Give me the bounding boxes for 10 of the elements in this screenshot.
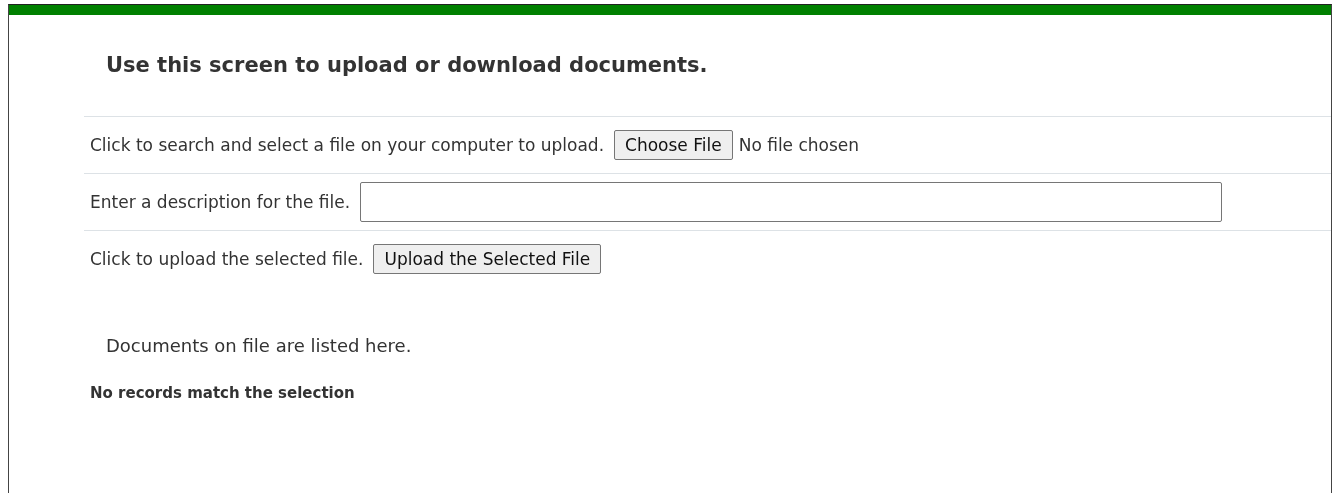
upload-button[interactable]: Upload the Selected File bbox=[373, 244, 602, 274]
upload-instruction: Click to search and select a file on your computer to upload. bbox=[90, 135, 605, 155]
choose-file-button[interactable]: Choose File bbox=[614, 130, 733, 160]
page-heading: Use this screen to upload or download documents. bbox=[105, 52, 708, 75]
description-field[interactable] bbox=[360, 182, 1223, 222]
section-heading: Documents on file are listed here. bbox=[105, 334, 412, 356]
description-label: Enter a description for the file. bbox=[90, 192, 351, 212]
file-status: No file chosen bbox=[738, 135, 860, 155]
upload-hint: Click to upload the selected file. bbox=[90, 249, 364, 269]
empty-message: No records match the selection bbox=[89, 383, 355, 402]
